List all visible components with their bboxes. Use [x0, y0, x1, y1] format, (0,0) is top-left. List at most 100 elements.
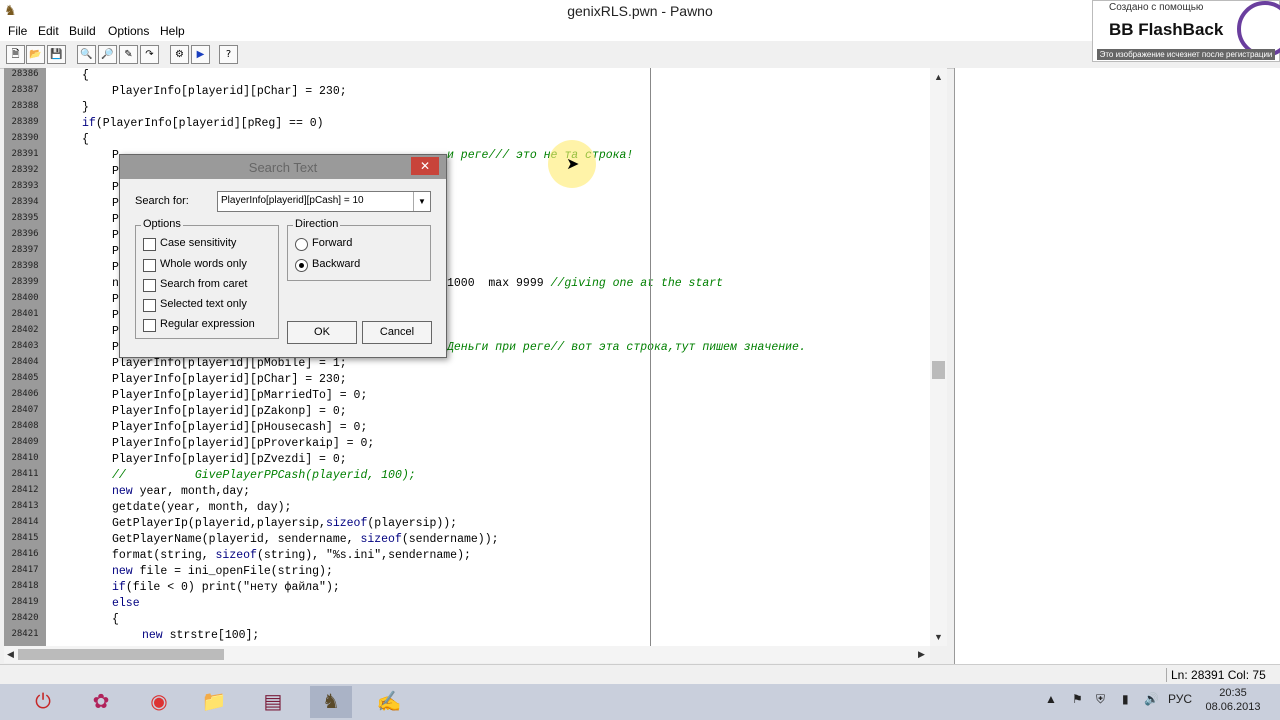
explorer-icon[interactable]: 📁	[193, 686, 235, 718]
compile-icon[interactable]: ▶	[191, 45, 210, 64]
help-icon[interactable]: ?	[219, 45, 238, 64]
code-line[interactable]: P	[112, 293, 119, 306]
code-line[interactable]: P	[112, 261, 119, 274]
code-line[interactable]: GetPlayerName(playerid, sendername, size…	[112, 533, 499, 546]
flag-icon[interactable]: ⚑	[1072, 692, 1083, 706]
code-line-fragment[interactable]: Деньги при реге// вот эта строка,тут пиш…	[447, 341, 806, 354]
language-indicator[interactable]: РУС	[1168, 692, 1192, 706]
code-line[interactable]: PlayerInfo[playerid][pMarriedTo] = 0;	[112, 389, 367, 402]
vertical-scroll-thumb[interactable]	[932, 361, 945, 379]
code-line[interactable]: P	[112, 341, 119, 354]
menu-options[interactable]: Options	[108, 24, 149, 38]
code-line[interactable]: PlayerInfo[playerid][pChar] = 230;	[112, 373, 347, 386]
code-line[interactable]: P	[112, 309, 119, 322]
code-line[interactable]: if(file < 0) print("нету файла");	[112, 581, 340, 594]
search-from-caret-label[interactable]: Search from caret	[160, 278, 247, 290]
code-line[interactable]: P	[112, 197, 119, 210]
power-icon[interactable]: ⏻	[22, 686, 64, 718]
regular-expression-label[interactable]: Regular expression	[160, 318, 255, 330]
close-icon[interactable]: ✕	[411, 157, 439, 175]
chrome-icon[interactable]: ◉	[138, 686, 180, 718]
menu-file[interactable]: File	[8, 24, 27, 38]
volume-icon[interactable]: 🔊	[1144, 692, 1159, 706]
network-icon[interactable]: ▲	[1045, 692, 1057, 706]
clock-time: 20:35	[1219, 687, 1247, 699]
horizontal-scrollbar[interactable]: ◀ ▶	[4, 646, 930, 663]
backward-radio[interactable]	[295, 259, 308, 272]
case-sensitivity-checkbox[interactable]	[143, 238, 156, 251]
replace-icon[interactable]: ✎	[119, 45, 138, 64]
scroll-left-icon[interactable]: ◀	[7, 649, 14, 660]
code-line[interactable]: getdate(year, month, day);	[112, 501, 291, 514]
clock[interactable]: 20:35 08.06.2013	[1198, 686, 1268, 714]
notepad-icon[interactable]: ✍	[368, 686, 410, 718]
line-number: 28392	[11, 165, 39, 175]
whole-words-checkbox[interactable]	[143, 259, 156, 272]
code-line[interactable]: new strstre[100];	[142, 629, 259, 642]
code-line-fragment[interactable]: и реге/// это не та строка!	[447, 149, 633, 162]
code-line-fragment[interactable]: 1000 max 9999 //giving one at the start	[447, 277, 723, 290]
forward-radio[interactable]	[295, 238, 308, 251]
code-line[interactable]: PlayerInfo[playerid][pChar] = 230;	[112, 85, 347, 98]
code-line[interactable]: P	[112, 229, 119, 242]
menu-edit[interactable]: Edit	[38, 24, 59, 38]
search-input-value[interactable]: PlayerInfo[playerid][pCash] = 10	[221, 195, 364, 206]
selected-text-checkbox[interactable]	[143, 299, 156, 312]
backward-label[interactable]: Backward	[312, 258, 360, 270]
menu-build[interactable]: Build	[69, 24, 96, 38]
code-line[interactable]: {	[112, 613, 119, 626]
regular-expression-checkbox[interactable]	[143, 319, 156, 332]
code-line[interactable]: n	[112, 277, 119, 290]
scroll-down-icon[interactable]: ▼	[934, 632, 943, 642]
search-input[interactable]: PlayerInfo[playerid][pCash] = 10 ▼	[217, 191, 431, 212]
ok-button[interactable]: OK	[287, 321, 357, 344]
winrar-icon[interactable]: ▤	[252, 686, 294, 718]
horizontal-scroll-thumb[interactable]	[18, 649, 224, 660]
code-line[interactable]: PlayerInfo[playerid][pZvezdi] = 0;	[112, 453, 347, 466]
code-line[interactable]: format(string, sizeof(string), "%s.ini",…	[112, 549, 471, 562]
open-file-icon[interactable]: 📂	[26, 45, 45, 64]
goto-line-icon[interactable]: ↷	[140, 45, 159, 64]
code-line[interactable]: GetPlayerIp(playerid,playersip,sizeof(pl…	[112, 517, 457, 530]
output-pane[interactable]	[954, 68, 1280, 664]
code-line[interactable]: P	[112, 165, 119, 178]
code-line[interactable]: P	[112, 213, 119, 226]
save-icon[interactable]: 💾	[47, 45, 66, 64]
shield-icon[interactable]: ⛨	[1096, 692, 1105, 707]
menu-help[interactable]: Help	[160, 24, 185, 38]
compile-settings-icon[interactable]: ⚙	[170, 45, 189, 64]
scroll-right-icon[interactable]: ▶	[918, 649, 925, 660]
vertical-scrollbar[interactable]: ▲ ▼	[930, 68, 947, 646]
find-next-icon[interactable]: 🔎	[98, 45, 117, 64]
cancel-button[interactable]: Cancel	[362, 321, 432, 344]
find-icon[interactable]: 🔍	[77, 45, 96, 64]
code-line[interactable]: }	[82, 101, 89, 114]
code-line[interactable]: else	[112, 597, 140, 610]
code-line[interactable]: if(PlayerInfo[playerid][pReg] == 0)	[82, 117, 324, 130]
code-line[interactable]: new file = ini_openFile(string);	[112, 565, 333, 578]
code-line[interactable]: {	[82, 69, 89, 82]
code-line[interactable]: P	[112, 181, 119, 194]
battery-icon[interactable]: ▮	[1122, 692, 1129, 706]
code-line[interactable]: PlayerInfo[playerid][pZakonp] = 0;	[112, 405, 347, 418]
code-line[interactable]: new year, month,day;	[112, 485, 250, 498]
scroll-up-icon[interactable]: ▲	[934, 72, 943, 82]
huawei-icon[interactable]: ✿	[80, 686, 122, 718]
whole-words-label[interactable]: Whole words only	[160, 258, 247, 270]
forward-label[interactable]: Forward	[312, 237, 352, 249]
dialog-title-bar[interactable]: Search Text ✕	[120, 155, 446, 179]
code-line[interactable]: PlayerInfo[playerid][pMobile] = 1;	[112, 357, 347, 370]
code-line[interactable]: P	[112, 325, 119, 338]
code-line[interactable]: P	[112, 149, 119, 162]
code-line[interactable]: PlayerInfo[playerid][pHousecash] = 0;	[112, 421, 367, 434]
code-line[interactable]: // GivePlayerPPCash(playerid, 100);	[112, 469, 416, 482]
pawno-task-icon[interactable]: ♞	[310, 686, 352, 718]
new-file-icon[interactable]: 🗎	[6, 45, 25, 64]
code-line[interactable]: {	[82, 133, 89, 146]
code-line[interactable]: PlayerInfo[playerid][pProverkaip] = 0;	[112, 437, 374, 450]
selected-text-label[interactable]: Selected text only	[160, 298, 247, 310]
search-from-caret-checkbox[interactable]	[143, 279, 156, 292]
case-sensitivity-label[interactable]: Case sensitivity	[160, 237, 236, 249]
code-line[interactable]: P	[112, 245, 119, 258]
chevron-down-icon[interactable]: ▼	[413, 192, 430, 211]
